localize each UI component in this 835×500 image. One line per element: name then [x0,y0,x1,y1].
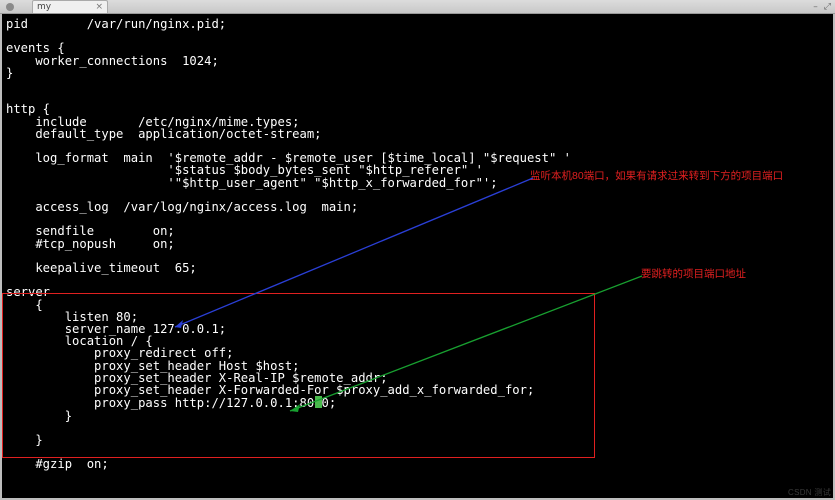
code-line: proxy_set_header X-Forwarded-For $proxy_… [6,383,534,397]
annotation-listen: 监听本机80端口，如果有请求过来转到下方的项目端口 [530,168,783,183]
code-line: } [6,433,43,447]
code-line: #gzip on; [6,457,109,471]
tab-close-icon[interactable]: × [95,1,103,13]
tab-bar: my × – ⤢ [0,0,835,14]
expand-icon[interactable]: ⤢ [824,2,831,12]
code-line: access_log /var/log/nginx/access.log mai… [6,200,358,214]
annotation-proxy-pass: 要跳转的项目端口地址 [641,266,746,281]
code-line: '"$http_user_agent" "$http_x_forwarded_f… [6,176,498,190]
app-window: my × – ⤢ pid /var/run/nginx.pid; events … [0,0,835,500]
code-line: } [6,66,13,80]
code-line: pid /var/run/nginx.pid; [6,17,226,31]
code-line: #tcp_nopush on; [6,237,175,251]
code-line: } [6,409,72,423]
code-line: default_type application/octet-stream; [6,127,322,141]
minimize-icon[interactable]: – [813,2,818,12]
tab-label: my [37,1,51,13]
code-line: worker_connections 1024; [6,54,219,68]
watermark: CSDN 测试 [788,487,831,498]
tab-my[interactable]: my × [32,0,108,13]
window-right-controls: – ⤢ [813,2,831,12]
terminal-viewport[interactable]: pid /var/run/nginx.pid; events { worker_… [2,14,833,498]
code-line: keepalive_timeout 65; [6,261,197,275]
window-control-dot[interactable] [6,3,14,11]
terminal-cursor [315,396,322,408]
code-line: 0; [322,396,337,410]
